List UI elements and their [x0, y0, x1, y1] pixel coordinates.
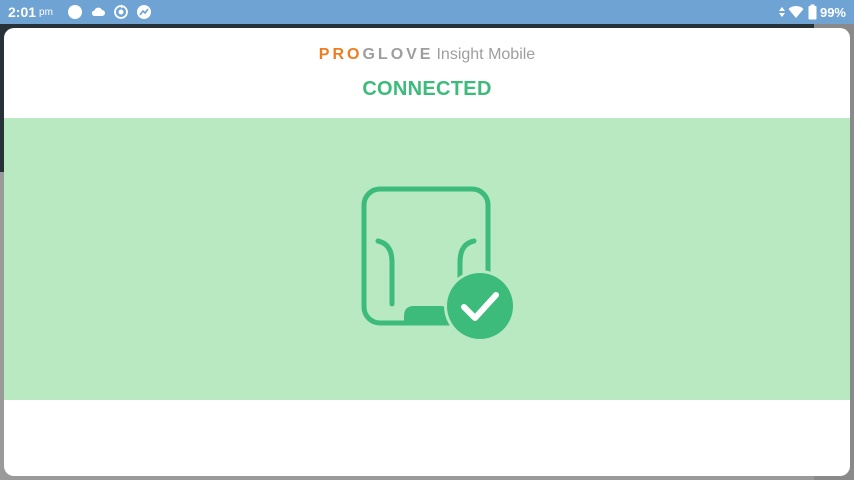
connection-dialog: PRO GLOVE Insight Mobile CONNECTED [4, 28, 850, 476]
brand-pro: PRO [318, 46, 363, 63]
status-panel [4, 118, 850, 400]
brand-app-name: Insight Mobile [436, 46, 536, 63]
circle-notification-icon [67, 4, 83, 20]
connection-status-title: CONNECTED [362, 78, 492, 100]
app-notification-icon [136, 4, 152, 20]
sync-icon [113, 4, 129, 20]
status-right-group: 99% [778, 4, 846, 20]
status-bar: 2:01 pm 99% [0, 0, 854, 24]
battery-icon [808, 4, 817, 20]
cloud-icon [90, 4, 106, 20]
screen: 2:01 pm 99% PRO GLOVE Insight Mobile CON… [0, 0, 854, 480]
status-time: 2:01 [8, 4, 37, 20]
brand-glove: GLOVE [362, 46, 434, 63]
scanner-connected-icon [361, 186, 516, 342]
brand-logo: PRO GLOVE Insight Mobile [4, 28, 850, 66]
dialog-header: PRO GLOVE Insight Mobile CONNECTED [4, 28, 850, 118]
battery-percent: 99% [819, 4, 846, 20]
wifi-icon [788, 4, 804, 20]
status-ampm: pm [39, 6, 53, 18]
data-arrows-icon [778, 4, 786, 20]
